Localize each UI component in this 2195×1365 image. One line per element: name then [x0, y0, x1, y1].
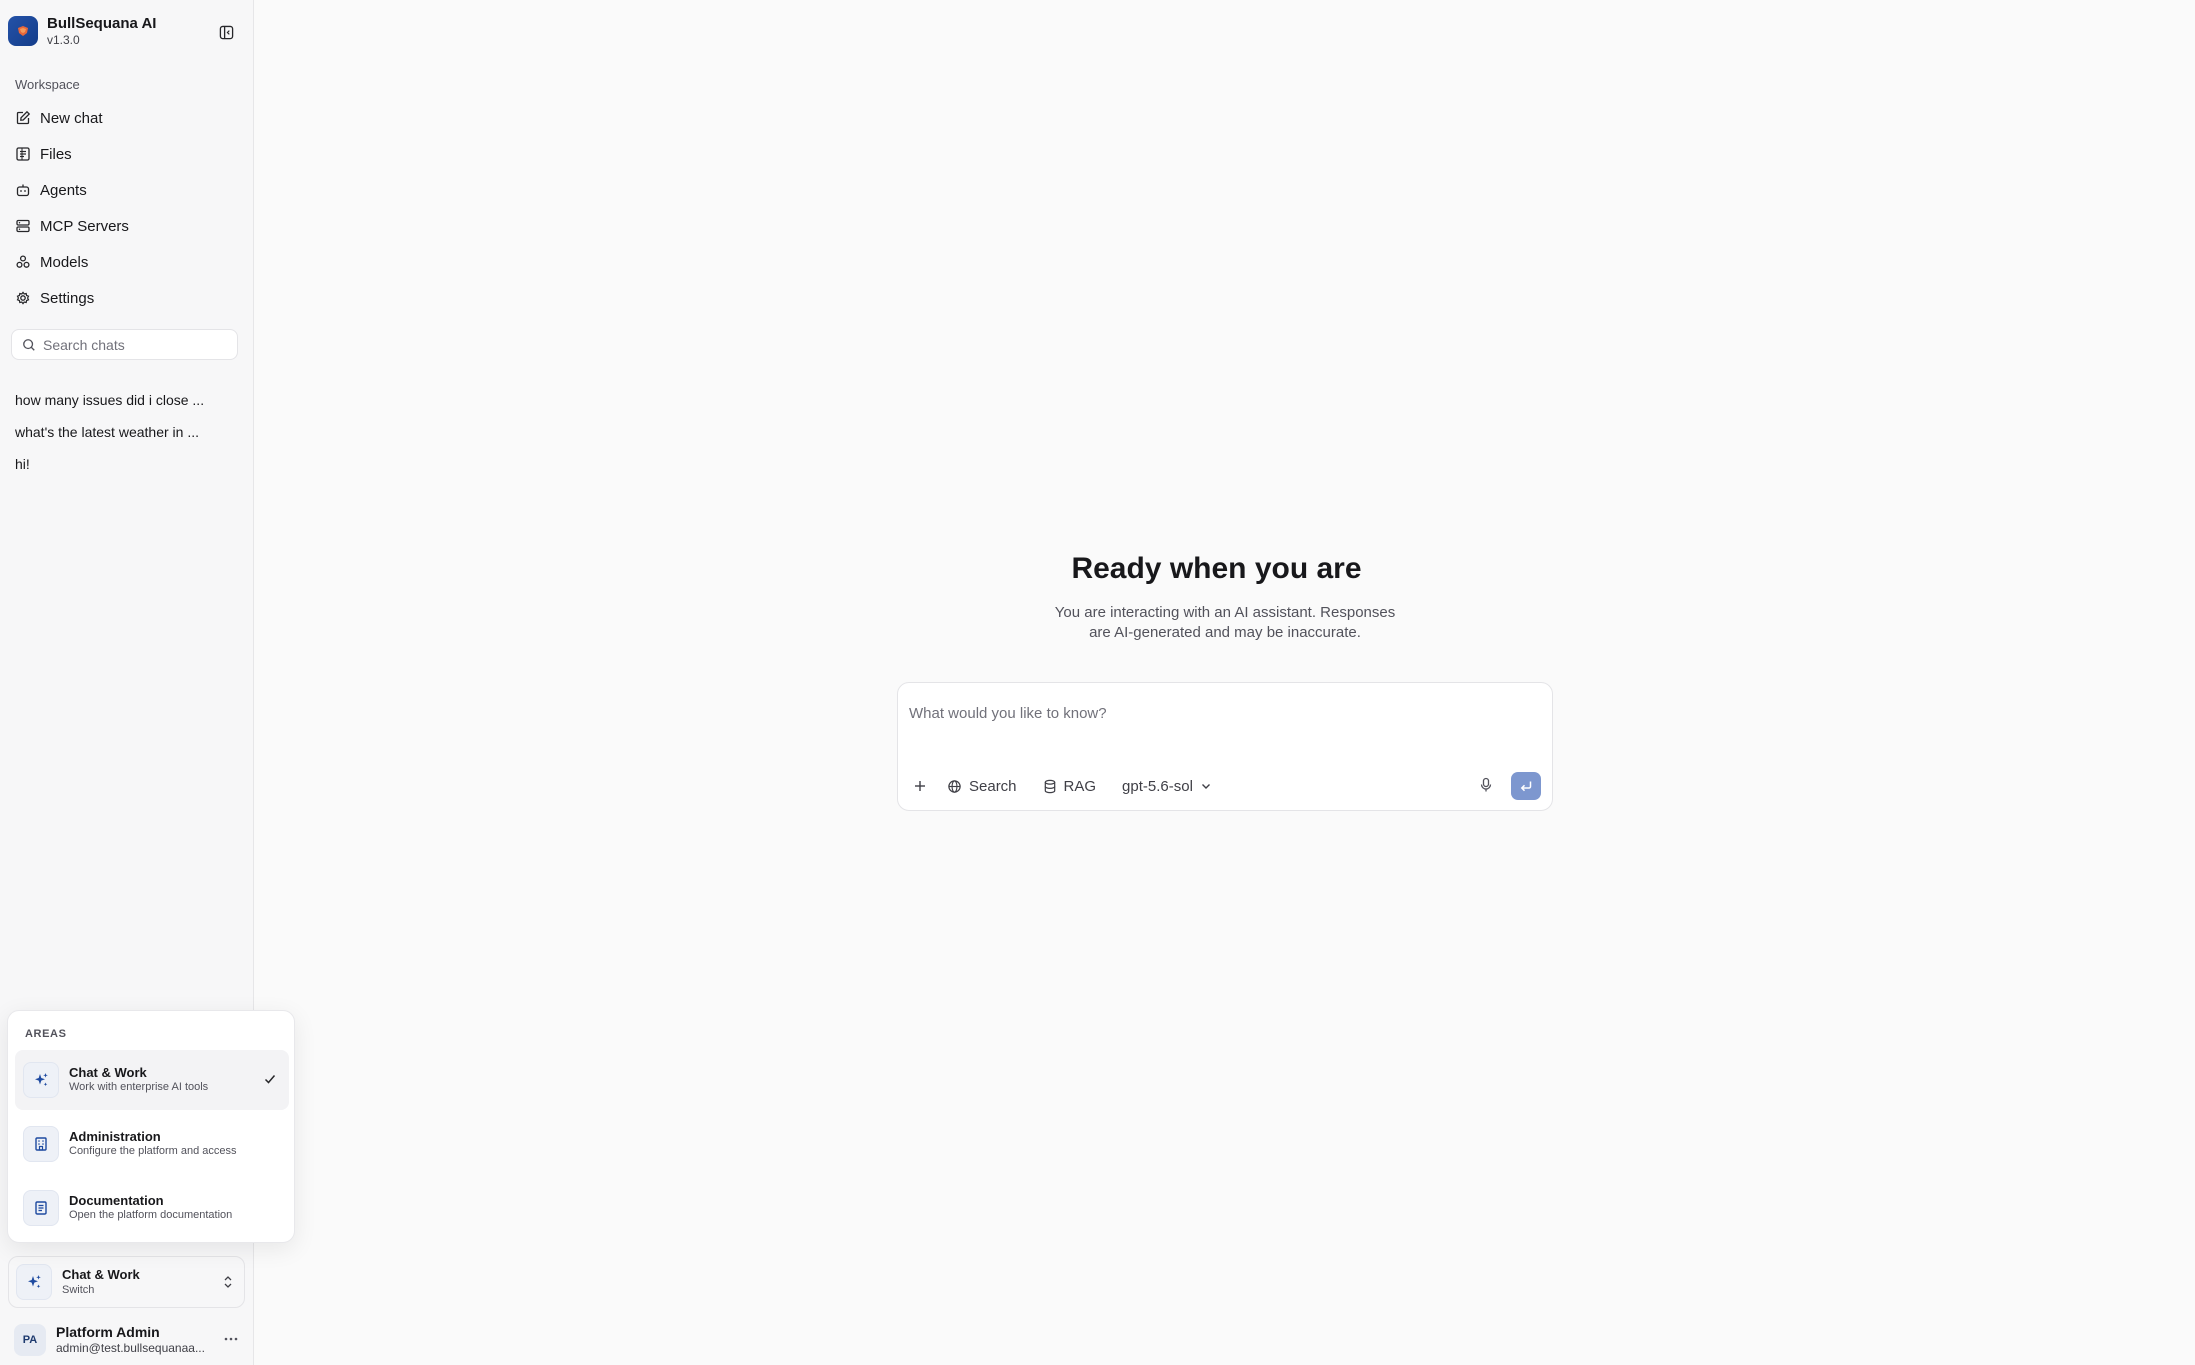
disclaimer-text: You are interacting with an AI assistant… [1054, 604, 1396, 641]
rag-toggle[interactable]: RAG [1043, 777, 1097, 795]
sidebar-item-label: New chat [40, 109, 103, 127]
sparkles-icon [16, 1264, 52, 1300]
area-switcher-title: Chat & Work [62, 1266, 140, 1282]
chat-history-list: how many issues did i close ... what's t… [15, 384, 235, 480]
web-search-label: Search [969, 777, 1017, 795]
chat-history-item[interactable]: hi! [15, 448, 235, 480]
microphone-icon [1480, 777, 1492, 792]
chat-history-item[interactable]: how many issues did i close ... [15, 384, 235, 416]
area-option-documentation[interactable]: Documentation Open the platform document… [15, 1178, 289, 1238]
models-icon [16, 255, 30, 268]
brand-name: BullSequana AI [47, 15, 157, 32]
send-button[interactable] [1511, 772, 1541, 800]
sidebar-item-mcp-servers[interactable]: MCP Servers [10, 208, 244, 244]
database-icon [1044, 779, 1055, 793]
area-option-subtitle: Configure the platform and access [69, 1145, 237, 1158]
check-icon [264, 1075, 276, 1084]
app-window: BullSequana AI v1.3.0 Workspace New chat [0, 0, 2195, 1365]
brand-logo-icon [8, 16, 38, 47]
sparkles-icon [23, 1062, 59, 1098]
user-name: Platform Admin [56, 1324, 160, 1341]
sidebar-item-settings[interactable]: Settings [10, 280, 244, 316]
sidebar-item-label: MCP Servers [40, 217, 129, 235]
sidebar-item-models[interactable]: Models [10, 244, 244, 280]
sidebar-nav: New chat Files Agents MCP Servers Models… [10, 100, 244, 316]
plus-icon [915, 781, 925, 791]
areas-menu-label: AREAS [25, 1028, 67, 1040]
page-title-text: Ready when you are [1071, 552, 1362, 585]
user-email: admin@test.bullsequanaa... [56, 1341, 205, 1356]
edit-icon [16, 110, 31, 125]
user-menu-button[interactable] [222, 1330, 240, 1348]
chevron-up-down-icon [224, 1276, 232, 1288]
search-chats-input[interactable] [43, 336, 223, 353]
prompt-input[interactable] [909, 705, 1539, 729]
brand-version: v1.3.0 [47, 32, 80, 47]
chevron-down-icon [1201, 784, 1210, 789]
server-icon [16, 219, 30, 233]
workspace-label: Workspace [15, 77, 80, 92]
files-icon [16, 147, 30, 161]
sidebar-item-new-chat[interactable]: New chat [10, 100, 244, 136]
area-option-subtitle: Work with enterprise AI tools [69, 1081, 209, 1094]
brand[interactable]: BullSequana AI v1.3.0 [8, 15, 157, 47]
voice-input-button[interactable] [1479, 777, 1493, 798]
rag-label: RAG [1063, 777, 1097, 795]
web-search-toggle[interactable]: Search [947, 778, 1017, 795]
sidebar-item-label: Files [40, 145, 72, 163]
sidebar-item-label: Settings [40, 289, 95, 307]
page-title: Ready when you are [0, 552, 2195, 586]
model-selector-value: gpt-5.6-sol [1122, 777, 1193, 795]
globe-icon [948, 779, 961, 793]
area-option-subtitle: Open the platform documentation [69, 1209, 233, 1222]
sidebar-toggle-button[interactable] [216, 22, 236, 42]
search-icon [23, 338, 35, 351]
chat-composer: Search RAG gpt-5.6-sol [897, 682, 1553, 811]
bot-icon [16, 184, 30, 197]
enter-icon [1520, 781, 1532, 792]
area-option-title: Administration [69, 1129, 161, 1144]
attach-button[interactable] [913, 779, 927, 793]
search-chats-box[interactable] [11, 329, 238, 360]
sidebar-item-files[interactable]: Files [10, 136, 244, 172]
more-horizontal-icon [224, 1337, 238, 1341]
sidebar-item-agents[interactable]: Agents [10, 172, 244, 208]
area-option-administration[interactable]: Administration Configure the platform an… [15, 1114, 289, 1174]
sidebar-item-label: Agents [40, 181, 87, 199]
sidebar-item-label: Models [40, 253, 89, 271]
user-profile[interactable]: PA Platform Admin admin@test.bullsequana… [14, 1322, 240, 1358]
avatar: PA [14, 1324, 46, 1356]
panel-left-icon [219, 25, 233, 39]
building-icon [23, 1126, 59, 1162]
composer-toolbar: Search RAG gpt-5.6-sol [913, 775, 1212, 797]
area-switcher-button[interactable]: Chat & Work Switch [8, 1256, 245, 1308]
area-option-title: Documentation [69, 1193, 164, 1208]
chat-history-item[interactable]: what's the latest weather in ... [15, 416, 235, 448]
model-selector[interactable]: gpt-5.6-sol [1122, 778, 1212, 795]
document-icon [23, 1190, 59, 1226]
areas-menu: AREAS Chat & Work Work with enterprise A… [7, 1010, 295, 1243]
area-switcher-subtitle: Switch [62, 1284, 95, 1297]
area-option-chat-work[interactable]: Chat & Work Work with enterprise AI tool… [15, 1050, 289, 1110]
gear-icon [16, 291, 30, 305]
area-option-title: Chat & Work [69, 1065, 147, 1080]
